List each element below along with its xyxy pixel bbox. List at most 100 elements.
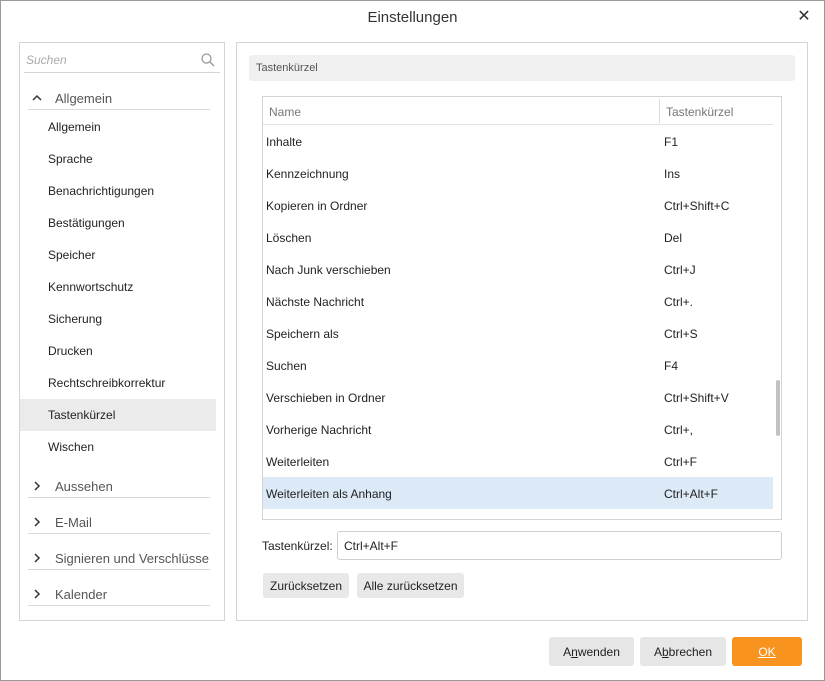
- row-name: Speichern als: [266, 327, 339, 341]
- shortcut-input[interactable]: [337, 531, 782, 560]
- row-name: Kopieren in Ordner: [266, 199, 368, 213]
- table-row[interactable]: Nach Junk verschieben Ctrl+J: [263, 253, 773, 285]
- row-shortcut: Ctrl+S: [664, 327, 698, 341]
- group-aussehen[interactable]: Aussehen: [28, 476, 210, 498]
- table-row[interactable]: Weiterleiten Ctrl+F: [263, 445, 773, 477]
- row-name: Verschieben in Ordner: [266, 391, 386, 405]
- sidebar-item-label: Allgemein: [48, 120, 101, 134]
- table-header: Name Tastenkürzel: [263, 97, 773, 125]
- sidebar-item-kennwortschutz[interactable]: Kennwortschutz: [20, 271, 216, 303]
- row-name: Suchen: [266, 359, 307, 373]
- group-label: Kalender: [55, 587, 108, 602]
- sidebar-item-tastenkuerzel[interactable]: Tastenkürzel: [20, 399, 216, 431]
- sidebar-item-label: Tastenkürzel: [48, 408, 116, 422]
- settings-panel: Tastenkürzel Name Tastenkürzel Inhalte F1…: [236, 42, 808, 621]
- group-label: Signieren und Verschlüsse: [55, 551, 209, 566]
- group-allgemein[interactable]: Allgemein: [28, 88, 210, 110]
- search-box: [24, 47, 220, 73]
- group-label: Aussehen: [55, 479, 113, 494]
- chevron-right-icon: [32, 479, 42, 493]
- row-shortcut: F4: [664, 359, 679, 373]
- sidebar-item-label: Kennwortschutz: [48, 280, 134, 294]
- row-shortcut: Ctrl+J: [664, 263, 696, 277]
- sidebar-item-sprache[interactable]: Sprache: [20, 143, 216, 175]
- row-shortcut: Ctrl+Alt+F: [664, 487, 719, 501]
- sidebar-item-rechtschreibkorrektur[interactable]: Rechtschreibkorrektur: [20, 367, 216, 399]
- cancel-button[interactable]: Abbrechen: [640, 637, 726, 666]
- group-email[interactable]: E-Mail: [28, 512, 210, 534]
- sidebar-item-label: Sicherung: [48, 312, 103, 326]
- row-name: Inhalte: [266, 135, 303, 149]
- table-row[interactable]: Suchen F4: [263, 349, 773, 381]
- group-signieren[interactable]: Signieren und Verschlüsse: [28, 548, 210, 570]
- sidebar-item-speicher[interactable]: Speicher: [20, 239, 216, 271]
- section-title: Tastenkürzel: [256, 62, 318, 74]
- row-shortcut: Ctrl+Shift+V: [664, 391, 729, 405]
- dialog-title: Einstellungen: [367, 9, 458, 26]
- title-bar: Einstellungen ✕: [1, 1, 824, 35]
- row-shortcut: Ctrl+.: [664, 295, 694, 309]
- reset-button[interactable]: Zurücksetzen: [263, 573, 349, 598]
- row-name: Vorherige Nachricht: [266, 423, 372, 437]
- scrollbar-thumb[interactable]: [776, 380, 780, 436]
- row-shortcut: F1: [664, 135, 679, 149]
- shortcut-field-label: Tastenkürzel:: [262, 539, 333, 553]
- table-row[interactable]: Vorherige Nachricht Ctrl+,: [263, 413, 773, 445]
- group-kalender[interactable]: Kalender: [28, 584, 210, 606]
- column-header-name[interactable]: Name: [269, 105, 301, 119]
- row-shortcut: Del: [664, 231, 683, 245]
- sidebar-item-benachrichtigungen[interactable]: Benachrichtigungen: [20, 175, 216, 207]
- row-name: Löschen: [266, 231, 312, 245]
- sidebar-item-label: Benachrichtigungen: [48, 184, 155, 198]
- sidebar-item-label: Sprache: [48, 152, 93, 166]
- chevron-up-icon: [32, 91, 42, 105]
- search-icon[interactable]: [200, 52, 216, 68]
- section-header: Tastenkürzel: [249, 55, 795, 81]
- table-row[interactable]: Löschen Del: [263, 221, 773, 253]
- sidebar-item-bestaetigungen[interactable]: Bestätigungen: [20, 207, 216, 239]
- sidebar-item-label: Speicher: [48, 248, 96, 262]
- row-name: Kennzeichnung: [266, 167, 349, 181]
- column-divider[interactable]: [659, 99, 660, 123]
- row-name: Nächste Nachricht: [266, 295, 365, 309]
- reset-all-button[interactable]: Alle zurücksetzen: [357, 573, 464, 598]
- group-label: Allgemein: [55, 91, 113, 106]
- table-row[interactable]: Kopieren in Ordner Ctrl+Shift+C: [263, 189, 773, 221]
- table-scrollbar[interactable]: [775, 97, 781, 519]
- shortcut-table: Name Tastenkürzel Inhalte F1 Kennzeichnun…: [262, 96, 782, 520]
- sidebar-item-label: Rechtschreibkorrektur: [48, 376, 166, 390]
- ok-label: OK: [758, 644, 776, 659]
- row-shortcut: Ctrl+Shift+C: [664, 199, 730, 213]
- sidebar-item-label: Drucken: [48, 344, 93, 358]
- sidebar-item-label: Bestätigungen: [48, 216, 125, 230]
- table-row[interactable]: Nächste Nachricht Ctrl+.: [263, 285, 773, 317]
- settings-sidebar: Allgemein Allgemein Sprache Benachrichti…: [19, 42, 225, 621]
- sidebar-item-label: Wischen: [48, 440, 95, 454]
- settings-dialog: Einstellungen ✕ Allgemein Allgemein Spra…: [0, 0, 825, 681]
- row-shortcut: Ins: [664, 167, 681, 181]
- sidebar-item-drucken[interactable]: Drucken: [20, 335, 216, 367]
- row-name: Weiterleiten: [266, 455, 330, 469]
- row-shortcut: Ctrl+,: [664, 423, 694, 437]
- cancel-label: Abbrechen: [653, 644, 713, 659]
- row-shortcut: Ctrl+F: [664, 455, 697, 469]
- table-row-selected[interactable]: Weiterleiten als Anhang Ctrl+Alt+F: [263, 477, 773, 509]
- chevron-right-icon: [32, 515, 42, 529]
- table-row[interactable]: Kennzeichnung Ins: [263, 157, 773, 189]
- sidebar-item-allgemein[interactable]: Allgemein: [20, 111, 216, 143]
- table-row[interactable]: Speichern als Ctrl+S: [263, 317, 773, 349]
- search-input[interactable]: [26, 50, 196, 70]
- chevron-right-icon: [32, 587, 42, 601]
- sidebar-item-wischen[interactable]: Wischen: [20, 431, 216, 463]
- row-name: Nach Junk verschieben: [266, 263, 391, 277]
- group-label: E-Mail: [55, 515, 92, 530]
- apply-button[interactable]: Anwenden: [549, 637, 634, 666]
- ok-button[interactable]: OK: [732, 637, 802, 666]
- apply-label: Anwenden: [563, 644, 620, 659]
- sidebar-item-sicherung[interactable]: Sicherung: [20, 303, 216, 335]
- row-name: Weiterleiten als Anhang: [266, 487, 392, 501]
- close-icon[interactable]: ✕: [794, 7, 814, 27]
- table-row[interactable]: Inhalte F1: [263, 125, 773, 157]
- column-header-shortcut[interactable]: Tastenkürzel: [666, 105, 733, 119]
- table-row[interactable]: Verschieben in Ordner Ctrl+Shift+V: [263, 381, 773, 413]
